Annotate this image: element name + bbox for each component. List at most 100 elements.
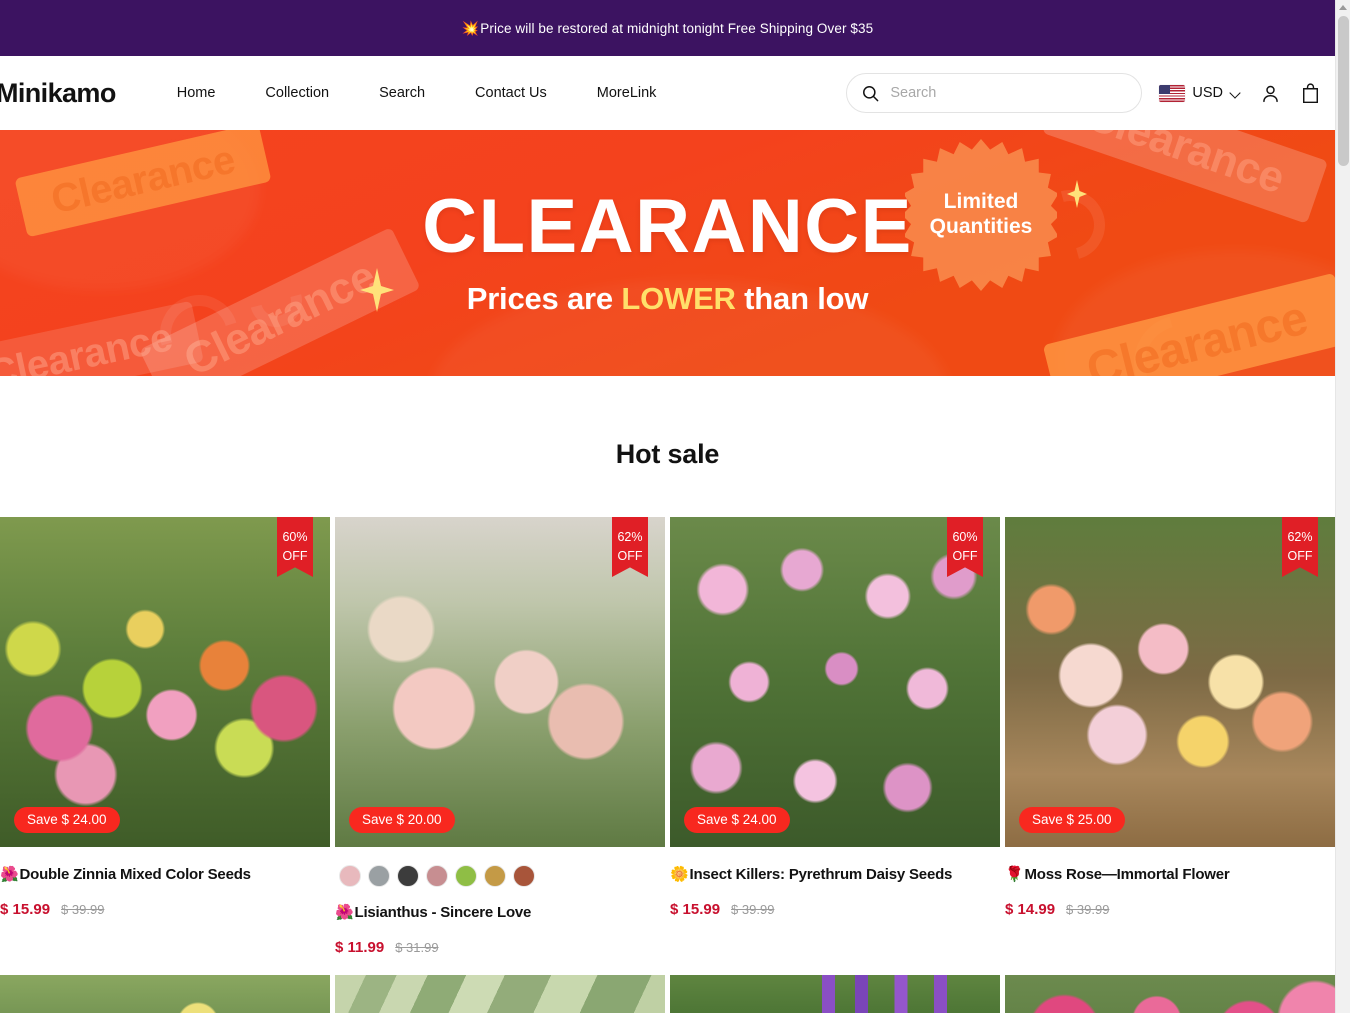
seal-line-1: Limited xyxy=(943,190,1019,214)
nav-item-collection[interactable]: Collection xyxy=(240,75,354,111)
page-content: 💥 Price will be restored at midnight toni… xyxy=(0,0,1335,1013)
save-badge: Save $ 24.00 xyxy=(14,807,120,833)
product-prices: $ 11.99 $ 31.99 xyxy=(335,939,665,956)
nav-item-morelink[interactable]: MoreLink xyxy=(572,75,682,111)
product-card[interactable]: 62% OFF Save $ 20.00 🌺 Lisianthus - Since… xyxy=(335,517,665,956)
swatch-pink-bloom[interactable] xyxy=(339,865,361,887)
vertical-scrollbar[interactable] xyxy=(1335,0,1350,1013)
search-icon xyxy=(861,84,880,103)
product-card[interactable]: 60% OFF Save $ 24.00 🌼 Insect Killers: Py… xyxy=(670,517,1000,956)
seal-line-2: Quantities xyxy=(929,215,1033,238)
product-compare-at-price: $ 39.99 xyxy=(731,901,775,917)
hero-subtitle-pre: Prices are xyxy=(466,281,622,316)
product-image-pyrethrum-daisy[interactable]: 60% OFF Save $ 24.00 xyxy=(670,517,1000,847)
chevron-down-icon xyxy=(1230,88,1241,99)
product-prices: $ 15.99 $ 39.99 xyxy=(670,901,1000,918)
product-grid: 60% OFF Save $ 24.00 🌺 Double Zinnia Mixe… xyxy=(0,517,1335,956)
save-badge: Save $ 20.00 xyxy=(349,807,455,833)
flower-emoji-icon: 🌺 xyxy=(335,904,354,921)
swatch-rose-bloom[interactable] xyxy=(426,865,448,887)
site-logo[interactable]: Minikamo xyxy=(0,78,116,109)
burst-icon: 💥 xyxy=(461,19,480,36)
hero-subtitle-post: than low xyxy=(735,281,869,316)
product-info: 🌺 Double Zinnia Mixed Color Seeds $ 15.99… xyxy=(0,847,330,918)
product-title[interactable]: 🌹 Moss Rose—Immortal Flower xyxy=(1005,865,1335,885)
us-flag-icon xyxy=(1159,84,1186,102)
scrollbar-thumb[interactable] xyxy=(1338,16,1349,166)
shopping-bag-icon[interactable] xyxy=(1300,82,1321,104)
product-card[interactable]: 60% OFF Save $ 24.00 🌺 Double Zinnia Mixe… xyxy=(0,517,330,956)
product-price: $ 14.99 xyxy=(1005,900,1056,918)
product-title-text: Double Zinnia Mixed Color Seeds xyxy=(19,866,251,883)
discount-off-label: OFF xyxy=(1287,549,1313,563)
user-icon[interactable] xyxy=(1260,83,1281,104)
discount-percent: 60% xyxy=(282,529,308,544)
currency-selector[interactable]: USD xyxy=(1159,84,1241,102)
product-prices: $ 14.99 $ 39.99 xyxy=(1005,901,1335,918)
nav-item-contact-us[interactable]: Contact Us xyxy=(450,75,572,111)
product-image-variegated-foliage[interactable] xyxy=(335,974,665,1013)
product-compare-at-price: $ 39.99 xyxy=(1066,901,1110,917)
site-header: Minikamo Home Collection Search Contact … xyxy=(0,56,1335,130)
product-compare-at-price: $ 31.99 xyxy=(395,939,439,955)
header-actions: USD xyxy=(846,73,1321,113)
limited-quantities-seal: Limited Quantities xyxy=(905,139,1057,291)
product-prices: $ 15.99 $ 39.99 xyxy=(0,901,330,918)
search-input[interactable] xyxy=(890,85,1128,101)
swatch-grey-bloom[interactable] xyxy=(368,865,390,887)
announcement-text: Price will be restored at midnight tonig… xyxy=(480,20,874,36)
sparkle-icon xyxy=(1067,180,1087,213)
product-info: 🌺 Lisianthus - Sincere Love $ 11.99 $ 31.… xyxy=(335,847,665,956)
flower-emoji-icon: 🌼 xyxy=(670,866,689,883)
product-image-zinnia[interactable]: 60% OFF Save $ 24.00 xyxy=(0,517,330,847)
swatch-green-bloom[interactable] xyxy=(455,865,477,887)
product-price: $ 15.99 xyxy=(670,900,721,918)
product-image-bleeding-heart[interactable] xyxy=(1005,974,1335,1013)
product-title-text: Lisianthus - Sincere Love xyxy=(354,904,532,921)
product-title-text: Moss Rose—Immortal Flower xyxy=(1024,866,1230,883)
search-box[interactable] xyxy=(846,73,1143,113)
product-grid-next-row xyxy=(0,974,1335,1013)
product-price: $ 15.99 xyxy=(0,900,51,918)
hero-banner[interactable]: Clearance Clearance Clearance Clearance … xyxy=(0,130,1335,376)
nav-item-search[interactable]: Search xyxy=(354,75,450,111)
product-title-text: Insect Killers: Pyrethrum Daisy Seeds xyxy=(689,866,953,883)
product-image-iris[interactable] xyxy=(0,974,330,1013)
main-nav: Home Collection Search Contact Us MoreLi… xyxy=(152,75,682,111)
discount-percent: 62% xyxy=(1287,529,1313,544)
browser-viewport: 💥 Price will be restored at midnight toni… xyxy=(0,0,1350,1013)
nav-item-home[interactable]: Home xyxy=(152,75,241,111)
product-image-lisianthus[interactable]: 62% OFF Save $ 20.00 xyxy=(335,517,665,847)
flower-emoji-icon: 🌺 xyxy=(0,866,19,883)
save-badge: Save $ 24.00 xyxy=(684,807,790,833)
hero-subtitle-highlight: LOWER xyxy=(621,281,736,316)
product-title[interactable]: 🌺 Lisianthus - Sincere Love xyxy=(335,903,665,923)
hero-title: CLEARANCE xyxy=(422,184,913,269)
color-swatches xyxy=(339,865,665,887)
hero-copy: CLEARANCE Prices are LOWER than low xyxy=(0,130,1335,376)
save-badge: Save $ 25.00 xyxy=(1019,807,1125,833)
swatch-gold-bloom[interactable] xyxy=(484,865,506,887)
product-image-salvia[interactable] xyxy=(670,974,1000,1013)
scroll-up-arrow-icon[interactable] xyxy=(1336,0,1350,15)
discount-off-label: OFF xyxy=(282,549,308,563)
product-image-moss-rose[interactable]: 62% OFF Save $ 25.00 xyxy=(1005,517,1335,847)
discount-off-label: OFF xyxy=(952,549,978,563)
flower-emoji-icon: 🌹 xyxy=(1005,866,1024,883)
product-card[interactable]: 62% OFF Save $ 25.00 🌹 Moss Rose—Immortal… xyxy=(1005,517,1335,956)
currency-label: USD xyxy=(1192,85,1223,101)
discount-off-label: OFF xyxy=(617,549,643,563)
announcement-bar: 💥 Price will be restored at midnight toni… xyxy=(0,0,1335,56)
product-title[interactable]: 🌼 Insect Killers: Pyrethrum Daisy Seeds xyxy=(670,865,1000,885)
swatch-dark-bloom[interactable] xyxy=(397,865,419,887)
product-compare-at-price: $ 39.99 xyxy=(61,901,105,917)
product-info: 🌼 Insect Killers: Pyrethrum Daisy Seeds $… xyxy=(670,847,1000,918)
sparkle-icon xyxy=(360,268,394,317)
product-info: 🌹 Moss Rose—Immortal Flower $ 14.99 $ 39.… xyxy=(1005,847,1335,918)
discount-percent: 62% xyxy=(617,529,643,544)
page-title: Hot sale xyxy=(615,439,720,469)
product-price: $ 11.99 xyxy=(335,938,385,956)
product-title[interactable]: 🌺 Double Zinnia Mixed Color Seeds xyxy=(0,865,330,885)
swatch-rust-bloom[interactable] xyxy=(513,865,535,887)
discount-percent: 60% xyxy=(952,529,978,544)
